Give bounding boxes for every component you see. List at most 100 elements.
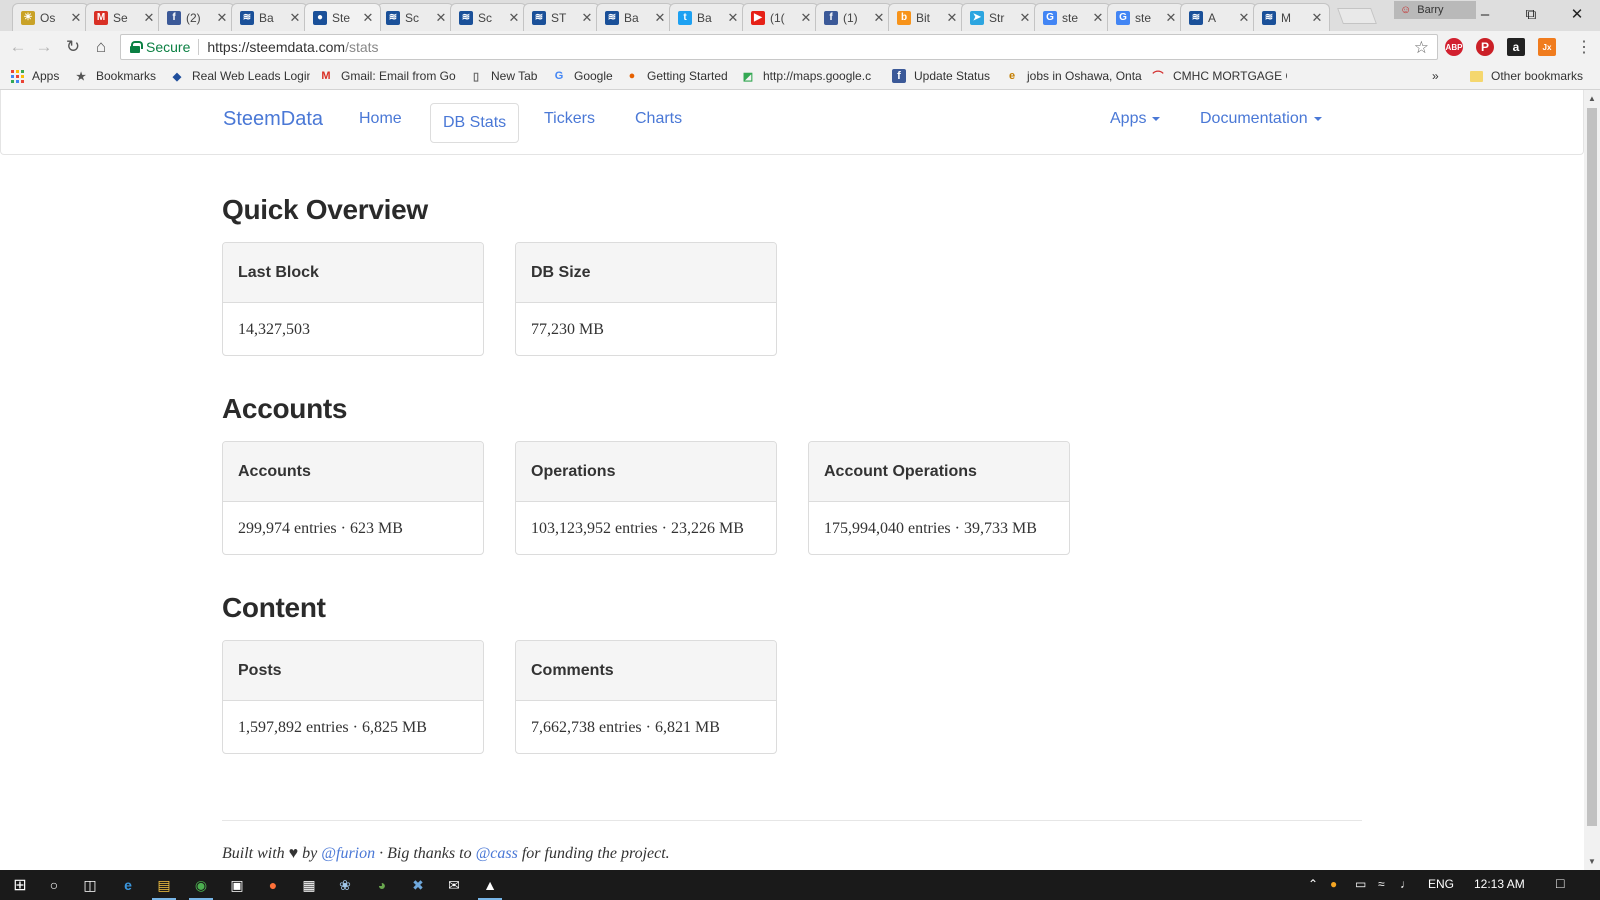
- close-tab-icon[interactable]: ✕: [652, 10, 668, 26]
- battery-icon[interactable]: ▭: [1355, 877, 1366, 891]
- bookmark-item[interactable]: Apps: [10, 63, 59, 89]
- bookmark-item[interactable]: ★ Bookmarks: [74, 63, 156, 89]
- home-button[interactable]: ⌂: [89, 36, 113, 58]
- paint-icon[interactable]: ❀: [333, 874, 357, 896]
- close-tab-icon[interactable]: ✕: [725, 10, 741, 26]
- browser-tab[interactable]: ≋ Sc ✕: [450, 3, 527, 31]
- close-tab-icon[interactable]: ✕: [1236, 10, 1252, 26]
- nav-tickers[interactable]: Tickers: [544, 110, 595, 128]
- page-scrollbar[interactable]: ▲ ▼: [1584, 90, 1600, 870]
- mail-icon[interactable]: ✉: [442, 874, 466, 896]
- author-link[interactable]: @furion: [321, 845, 375, 862]
- close-tab-icon[interactable]: ✕: [287, 10, 303, 26]
- close-tab-icon[interactable]: ✕: [1017, 10, 1033, 26]
- language-indicator[interactable]: ENG: [1428, 877, 1454, 891]
- browser-tab[interactable]: t Ba ✕: [669, 3, 746, 31]
- photos-icon[interactable]: ▲: [478, 874, 502, 900]
- browser-tab[interactable]: ☀ Os ✕: [12, 3, 89, 31]
- close-tab-icon[interactable]: ✕: [579, 10, 595, 26]
- app-x-icon[interactable]: ✖: [406, 874, 430, 896]
- browser-tab[interactable]: ≋ Ba ✕: [231, 3, 308, 31]
- amazon-extension-icon[interactable]: a: [1507, 38, 1525, 56]
- bookmarks-overflow-button[interactable]: »: [1432, 63, 1439, 89]
- store-icon[interactable]: ▣: [225, 874, 249, 896]
- minimize-button[interactable]: –: [1462, 0, 1508, 28]
- nav-apps-dropdown[interactable]: Apps: [1110, 110, 1161, 128]
- sponsor-link[interactable]: @cass: [476, 845, 518, 862]
- bookmark-item[interactable]: ● Getting Started: [625, 63, 728, 89]
- browser-tab[interactable]: M Se ✕: [85, 3, 162, 31]
- bookmark-item[interactable]: e jobs in Oshawa, Onta: [1005, 63, 1142, 89]
- browser-tab[interactable]: ≋ Ba ✕: [596, 3, 673, 31]
- adblock-extension-icon[interactable]: ABP: [1445, 38, 1463, 56]
- reload-button[interactable]: ↻: [61, 36, 85, 58]
- browser-tab[interactable]: ≋ Sc ✕: [377, 3, 454, 31]
- close-window-button[interactable]: ✕: [1554, 0, 1600, 28]
- calculator-icon[interactable]: ▦: [297, 874, 321, 896]
- firefox-taskbar-icon[interactable]: ●: [261, 874, 285, 896]
- bookmark-item[interactable]: ▯ New Tab: [469, 63, 538, 89]
- nav-charts[interactable]: Charts: [635, 110, 682, 128]
- close-tab-icon[interactable]: ✕: [68, 10, 84, 26]
- close-tab-icon[interactable]: ✕: [798, 10, 814, 26]
- bookmark-item[interactable]: ⌒ CMHC MORTGAGE C: [1151, 63, 1288, 89]
- jx-extension-icon[interactable]: Jx: [1538, 38, 1556, 56]
- close-tab-icon[interactable]: ✕: [360, 10, 376, 26]
- back-button[interactable]: ←: [6, 36, 30, 58]
- bookmark-item[interactable]: M Gmail: Email from Go: [319, 63, 455, 89]
- browser-tab[interactable]: ≋ ST ✕: [523, 3, 600, 31]
- browser-tab[interactable]: b Bit ✕: [888, 3, 965, 31]
- close-tab-icon[interactable]: ✕: [214, 10, 230, 26]
- tray-chevron-icon[interactable]: ⌃: [1308, 877, 1318, 891]
- browser-tab[interactable]: Gste ✕: [1034, 3, 1111, 31]
- browser-tab[interactable]: ≋ A ✕: [1180, 3, 1257, 31]
- bookmark-item[interactable]: G Google: [552, 63, 613, 89]
- browser-tab[interactable]: ➤ Str ✕: [961, 3, 1038, 31]
- close-tab-icon[interactable]: ✕: [1309, 10, 1325, 26]
- tray-app-icon[interactable]: ●: [1330, 877, 1337, 891]
- browser-tab[interactable]: Gste ✕: [1107, 3, 1184, 31]
- volume-icon[interactable]: ♩: [1400, 877, 1412, 891]
- close-tab-icon[interactable]: ✕: [871, 10, 887, 26]
- bookmark-item[interactable]: f Update Status: [892, 63, 990, 89]
- url-text[interactable]: https://steemdata.com/stats: [207, 39, 378, 55]
- file-explorer-icon[interactable]: ▤: [152, 874, 176, 900]
- chrome-menu-icon[interactable]: ⋮: [1572, 36, 1596, 58]
- close-tab-icon[interactable]: ✕: [944, 10, 960, 26]
- brand-link[interactable]: SteemData: [223, 108, 323, 131]
- task-view-icon[interactable]: ◫: [78, 874, 102, 896]
- edge-icon[interactable]: e: [116, 874, 140, 896]
- close-tab-icon[interactable]: ✕: [141, 10, 157, 26]
- notifications-icon[interactable]: □: [1556, 875, 1564, 891]
- windows-start-icon[interactable]: ⊞: [8, 874, 32, 896]
- new-tab-button[interactable]: [1337, 8, 1377, 24]
- close-tab-icon[interactable]: ✕: [506, 10, 522, 26]
- scroll-up-icon[interactable]: ▲: [1588, 94, 1596, 103]
- globe-app-icon[interactable]: ◕: [370, 874, 394, 896]
- browser-tab[interactable]: ● Ste ✕: [304, 3, 381, 31]
- restore-button[interactable]: ⧉: [1508, 0, 1554, 28]
- bookmark-item[interactable]: ◩ http://maps.google.c: [741, 63, 871, 89]
- browser-tab[interactable]: f (1) ✕: [815, 3, 892, 31]
- close-tab-icon[interactable]: ✕: [433, 10, 449, 26]
- cortana-search-icon[interactable]: ○: [42, 874, 66, 896]
- browser-tab[interactable]: ≋ M ✕: [1253, 3, 1330, 31]
- scroll-thumb[interactable]: [1587, 108, 1597, 826]
- bookmark-star-icon[interactable]: ☆: [1414, 38, 1429, 58]
- nav-db-stats[interactable]: DB Stats: [430, 103, 520, 143]
- pinterest-extension-icon[interactable]: P: [1476, 38, 1494, 56]
- nav-home[interactable]: Home: [359, 110, 402, 128]
- address-bar[interactable]: Secure https://steemdata.com/stats ☆: [120, 34, 1438, 60]
- wifi-icon[interactable]: ≈: [1378, 877, 1385, 891]
- other-bookmarks-folder[interactable]: Other bookmarks: [1470, 63, 1583, 89]
- clock[interactable]: 12:13 AM: [1474, 877, 1525, 891]
- bookmark-item[interactable]: ◆ Real Web Leads Login: [170, 63, 310, 89]
- scroll-down-icon[interactable]: ▼: [1588, 857, 1596, 866]
- forward-button[interactable]: →: [32, 36, 56, 58]
- close-tab-icon[interactable]: ✕: [1163, 10, 1179, 26]
- chrome-taskbar-icon[interactable]: ◉: [189, 874, 213, 900]
- browser-tab[interactable]: ▶ (1(✕: [742, 3, 819, 31]
- nav-documentation-dropdown[interactable]: Documentation: [1200, 110, 1322, 128]
- browser-tab[interactable]: f (2) ✕: [158, 3, 235, 31]
- close-tab-icon[interactable]: ✕: [1090, 10, 1106, 26]
